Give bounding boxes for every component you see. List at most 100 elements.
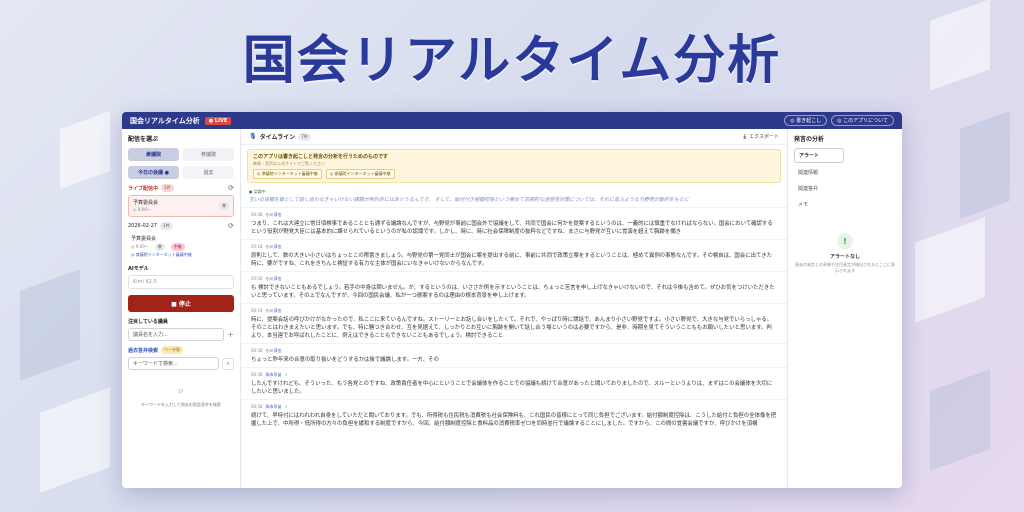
tab-sangiin[interactable]: 参議院 — [183, 148, 234, 161]
utterance-text: つまり、これは大連立に常日頃検事であることとも通ずる議論なんですが、与野党が事前… — [251, 221, 773, 235]
alert-empty-sub: 過去の発言との矛盾や注目発言が検出されるとここに表示されます — [795, 262, 895, 273]
utterance-time: 05:50 — [251, 276, 263, 281]
notice-title: このアプリは書き起こしと発言の分析を行うためのものです — [253, 154, 389, 160]
tab-related-info[interactable]: 関連情報 — [794, 166, 844, 179]
utterance[interactable]: 06:58 高市早苗 ✓ 続けて、早特付にはわれわれ自身をしていただと聞いております… — [241, 399, 787, 431]
bg-cube — [20, 269, 80, 381]
add-icon[interactable]: + — [227, 330, 234, 339]
refresh-icon[interactable]: ⟳ — [228, 222, 234, 230]
utterance-speaker: 小川淳也 — [265, 276, 282, 281]
app-title: 国会リアルタイム分析 — [130, 116, 200, 125]
utterance-speaker: 小川淳也 — [265, 244, 282, 249]
live-meeting-name: 予算委員会 — [133, 200, 159, 206]
date-header: 2026-02-27 1件 ⟳ — [128, 222, 234, 230]
sidebar-title: 配信を選ぶ — [128, 136, 159, 143]
utterance-time: 04:38 — [251, 212, 263, 217]
utterance-text: したんですけれども、そういった、もう各党とのですね、政策責任者を中心にということ… — [251, 381, 773, 395]
utterance-speaker: 小川淳也 — [265, 308, 282, 313]
utterance[interactable]: 04:38 小川淳也 つまり、これは大連立に常日頃検事であることとも通ずる議論なん… — [241, 207, 787, 239]
utterance[interactable]: 06:36 高市早苗 ✓ したんですけれども、そういった、もう各党とのですね、政策責… — [241, 367, 787, 399]
shugiin-relay-link[interactable]: ◎ 衆議院インターネット審議中継 — [253, 169, 322, 179]
utterance-time: 05:18 — [251, 244, 263, 249]
export-button[interactable]: エクスポート — [749, 133, 779, 140]
transcribe-button[interactable]: ◎ 書き起こし — [784, 115, 828, 126]
refresh-icon[interactable]: ⟳ — [228, 184, 234, 192]
tab-alert[interactable]: アラート — [794, 148, 844, 163]
date-label: 2026-02-27 — [128, 223, 158, 229]
alert-empty-state: ! アラートなし 過去の発言との矛盾や注目発言が検出されるとここに表示されます — [794, 233, 896, 274]
bg-cube — [40, 387, 110, 493]
notice-box: このアプリは書き起こしと発言の分析を行うためのものです 映像・音声は公式サイトで… — [247, 149, 781, 183]
hero-title: 国会リアルタイム分析 — [242, 31, 782, 91]
relay-link[interactable]: ◎ 衆議院インターネット審議中継 — [131, 252, 231, 258]
ai-model-select[interactable]: Kimi K2.5 — [128, 275, 234, 289]
about-button[interactable]: ◎ このアプリについて — [831, 115, 894, 126]
utterance-text: 時に、提案会話の呼びかけがなかったので、私ここに来ているんですね。ストーリーとお… — [251, 317, 773, 339]
mode-tabs: 今日の会議 ● 過去 — [128, 166, 234, 179]
verified-icon: ✓ — [284, 404, 288, 409]
tab-memo[interactable]: メモ — [794, 198, 844, 211]
sangiin-relay-link[interactable]: ◎ 参議院インターネット審議中継 — [325, 169, 395, 179]
utterance[interactable]: 05:18 小川淳也 原則として、数の大きい小さいはちょっとこの際置きましょう。与… — [241, 239, 787, 271]
utterance-text: 続けて、早特付にはわれわれ自身をしていただと聞いております。でも、所得税も住民税… — [251, 413, 777, 427]
live-count-badge: 1件 — [161, 184, 174, 192]
live-meeting-time: ◎ 9:00〜 — [133, 207, 151, 212]
utterance-time: 06:58 — [251, 404, 263, 409]
meeting-name: 予算委員会 — [131, 236, 157, 242]
analysis-panel: 発言の分析 アラート 関連情報 関連答弁 メモ ! アラートなし 過去の発言との… — [788, 129, 902, 488]
watch-label: 注目している議員 — [128, 319, 168, 325]
notice-sub: 映像・音声は公式サイトでご覧ください — [253, 161, 325, 166]
magnifier-icon: ⌕ — [177, 384, 185, 397]
bg-cube — [60, 110, 110, 190]
live-recognition-text: 互いの信頼を築として話し合わなきゃいけない課題が例外的にはありうるんです。 そし… — [249, 197, 689, 203]
utterance-text: 原則として、数の大きい小さいはちょっとこの際置きましょう。与野党の第一党同士が国… — [251, 253, 773, 267]
meeting-time: ◎ 9:00〜 — [131, 244, 149, 249]
search-icon[interactable]: ⌕ — [222, 357, 234, 370]
download-icon[interactable]: ⤓ — [743, 133, 746, 141]
utterance[interactable]: 06:19 小川淳也 時に、提案会話の呼びかけがなかったので、私ここに来ているんで… — [241, 303, 787, 343]
live-recognition-label: ● 認識中 — [249, 189, 266, 194]
tab-related-answers[interactable]: 関連答弁 — [794, 182, 844, 195]
utterance[interactable]: 05:50 小川淳也 も 検討できないこともあるでしょう。若手の中身は問いません。… — [241, 271, 787, 303]
watch-member-input[interactable]: 議員名を入力... — [128, 328, 225, 341]
utterance[interactable]: 06:30 小川淳也 ちょっと昨年来の合意の取り扱いをどうするかは後で議論します。… — [241, 343, 787, 367]
house-badge: 衆 — [154, 243, 165, 251]
utterance-time: 06:19 — [251, 308, 263, 313]
ai-model-header: AIモデル — [128, 265, 234, 272]
tab-shugiin[interactable]: 衆議院 — [128, 148, 179, 161]
date-count-badge: 1件 — [160, 222, 173, 230]
live-badge: ● LIVE — [204, 116, 232, 125]
bg-cube — [930, 369, 990, 471]
tab-today[interactable]: 今日の会議 ● — [128, 166, 179, 179]
utterance-text: ちょっと昨年来の合意の取り扱いをどうするかは後で議論します。一方、その — [251, 357, 439, 363]
search-input[interactable]: キーワードで検索... — [128, 357, 219, 370]
meeting-list-item[interactable]: 予算委員会 ◎ 9:00〜 衆 中継 ◎ 衆議院インターネット審議中継 — [128, 233, 234, 260]
utterance-speaker: 小川淳也 — [265, 212, 282, 217]
search-hint-text: キーワードを入力して過去の国会答弁を検索 — [141, 402, 221, 407]
analysis-tabs: アラート 関連情報 関連答弁 メモ — [794, 148, 896, 211]
alert-empty-title: アラートなし — [829, 254, 860, 260]
utterance-speaker: 小川淳也 — [265, 348, 282, 353]
search-label: 過去答弁検索 — [128, 347, 159, 354]
app-window: 国会リアルタイム分析 ● LIVE ◎ 書き起こし ◎ このアプリについて 配信… — [122, 112, 902, 488]
tab-past[interactable]: 過去 — [183, 166, 234, 179]
bg-cube — [915, 217, 985, 323]
utterance-speaker: 高市早苗 — [265, 404, 282, 409]
app-topbar: 国会リアルタイム分析 ● LIVE ◎ 書き起こし ◎ このアプリについて — [122, 112, 902, 129]
beta-badge: ベータ版 — [161, 346, 184, 354]
live-meeting-card[interactable]: 予算委員会 ◎ 9:00〜 衆 — [128, 195, 234, 217]
ai-model-label: AIモデル — [128, 266, 149, 272]
relay-badge: 中継 — [170, 243, 185, 251]
house-tabs: 衆議院 参議院 — [128, 148, 234, 161]
utterance-time: 06:36 — [251, 372, 263, 377]
search-empty-hint: ⌕ キーワードを入力して過去の国会答弁を検索 — [128, 384, 234, 408]
stop-button[interactable]: ■ 停止 — [128, 295, 234, 312]
utterance-text: も 検討できないこともあるでしょう。若手の中身は問いません。が、するというのは、… — [251, 285, 775, 299]
timeline-title: タイムライン — [259, 134, 296, 141]
bg-cube — [960, 110, 1010, 220]
search-header: 過去答弁検索 ベータ版 — [128, 346, 234, 354]
sidebar: 配信を選ぶ 衆議院 参議院 今日の会議 ● 過去 ライブ配信中 1件 ⟳ 予算委… — [122, 129, 241, 488]
timeline-panel: 🎙 タイムライン 7件 ⤓ エクスポート このアプリは書き起こしと発言の分析を行… — [241, 129, 788, 488]
watch-header: 注目している議員 — [128, 318, 234, 325]
live-header: ライブ配信中 1件 ⟳ — [128, 184, 234, 192]
